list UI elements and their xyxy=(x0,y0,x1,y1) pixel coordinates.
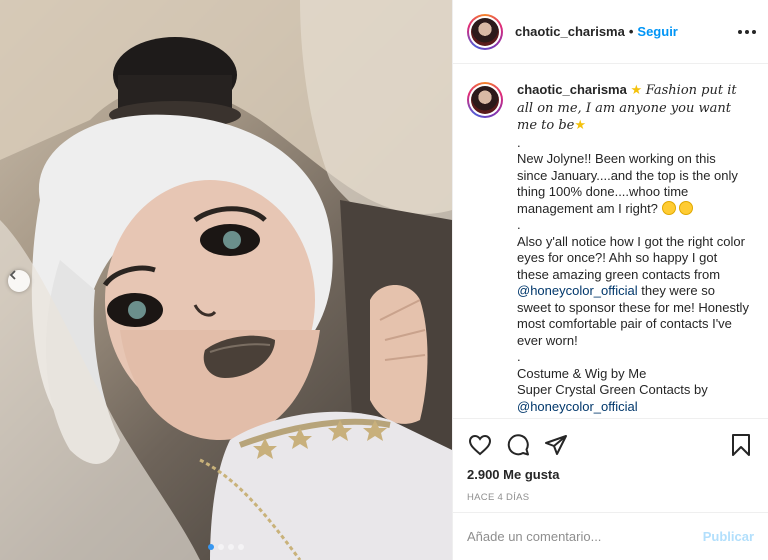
more-options-icon[interactable] xyxy=(738,29,756,34)
caption-avatar[interactable] xyxy=(467,82,503,118)
carousel-dot xyxy=(238,544,244,550)
caption-paragraph-1: New Jolyne!! Been working on this since … xyxy=(517,151,738,216)
post-timestamp[interactable]: HACE 4 DÍAS xyxy=(467,492,754,503)
mention-link[interactable]: @honeycolor_official xyxy=(517,283,638,298)
separator-dot: • xyxy=(628,24,634,39)
carousel-prev-button[interactable] xyxy=(8,270,30,292)
caption-dot: . xyxy=(517,349,521,364)
comment-icon[interactable] xyxy=(505,432,531,458)
instagram-post: chaotic_charisma • Seguir chaotic_charis… xyxy=(0,0,768,560)
caption-dot: . xyxy=(517,217,521,232)
carousel-indicator xyxy=(0,544,452,550)
photo-illustration xyxy=(0,0,452,560)
caption-username[interactable]: chaotic_charisma xyxy=(517,82,627,97)
caption-text: chaotic_charisma ★ Fashion put it all on… xyxy=(517,82,749,418)
carousel-dot xyxy=(208,544,214,550)
action-icons xyxy=(467,427,754,463)
header-username[interactable]: chaotic_charisma xyxy=(515,24,625,39)
avatar[interactable] xyxy=(467,13,503,50)
caption-paragraph-2a: Also y'all notice how I got the right co… xyxy=(517,233,745,282)
caption-area: chaotic_charisma ★ Fashion put it all on… xyxy=(453,64,768,418)
caption-credits-2: Super Crystal Green Contacts by xyxy=(517,382,708,397)
post-side-panel: chaotic_charisma • Seguir chaotic_charis… xyxy=(452,0,768,560)
carousel-dot xyxy=(218,544,224,550)
star-emoji: ★ xyxy=(574,117,587,132)
comment-input[interactable] xyxy=(467,529,703,544)
caption-credits-1: Costume & Wig by Me xyxy=(517,365,647,381)
caption-dot: . xyxy=(517,134,521,150)
publish-button[interactable]: Publicar xyxy=(703,529,754,544)
comment-bar: Publicar xyxy=(453,512,768,560)
bookmark-icon[interactable] xyxy=(728,432,754,458)
avatar-image xyxy=(471,86,499,114)
grin-emoji xyxy=(679,200,694,215)
post-header: chaotic_charisma • Seguir xyxy=(453,0,768,64)
mention-link[interactable]: @honeycolor_official xyxy=(517,399,638,414)
post-photo[interactable] xyxy=(0,0,452,560)
grin-emoji xyxy=(661,200,676,215)
share-icon[interactable] xyxy=(543,432,569,458)
chevron-left-icon xyxy=(9,270,16,280)
star-emoji: ★ xyxy=(630,82,643,97)
carousel-dot xyxy=(228,544,234,550)
heart-icon[interactable] xyxy=(467,432,493,458)
follow-button[interactable]: Seguir xyxy=(637,24,677,39)
actions-area: 2.900 Me gusta HACE 4 DÍAS xyxy=(453,418,768,512)
likes-count[interactable]: 2.900 Me gusta xyxy=(467,467,754,482)
avatar-image xyxy=(471,17,499,46)
